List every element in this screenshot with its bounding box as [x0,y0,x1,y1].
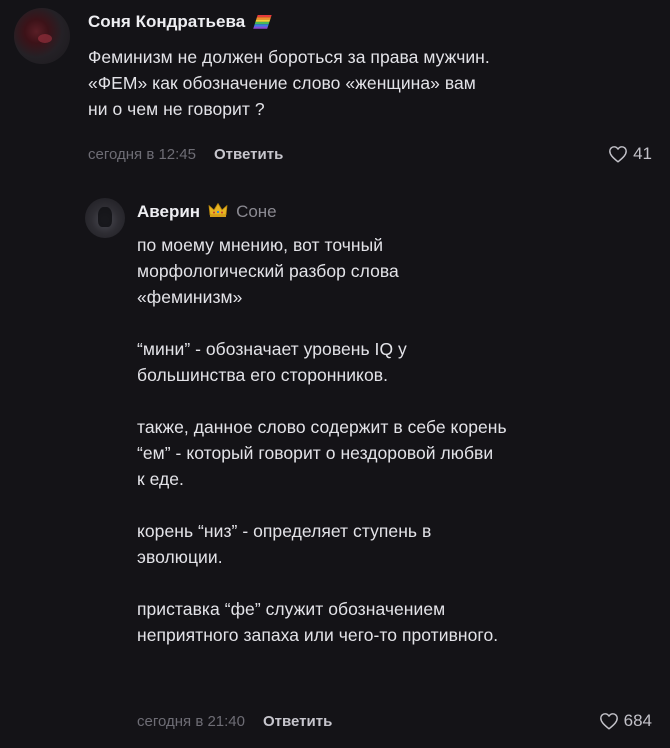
author-name[interactable]: Соня Кондратьева [88,12,245,32]
heart-icon [599,712,619,730]
comment-meta: сегодня в 12:45 Ответить 41 [88,142,652,166]
like-count: 41 [633,144,652,163]
like-button[interactable]: 41 [608,144,652,164]
comment-body: Аверин Соне по моему мнению, вот точный … [137,200,650,648]
avatar[interactable] [85,198,125,238]
comment-item: Соня Кондратьева Феминизм не должен боро… [0,0,670,175]
comment-item: Аверин Соне по моему мнению, вот точный … [0,188,670,748]
heart-icon [608,145,628,163]
comment-header: Аверин Соне [137,200,650,224]
comment-text: Феминизм не должен бороться за права муж… [88,47,490,119]
like-count: 684 [623,711,652,730]
reply-to-name[interactable]: Соне [236,202,277,222]
comment-time: сегодня в 12:45 [88,145,196,163]
reply-button[interactable]: Ответить [214,146,283,163]
comment-body: Соня Кондратьева Феминизм не должен боро… [88,10,650,122]
like-button[interactable]: 684 [599,711,652,731]
author-name[interactable]: Аверин [137,202,200,222]
rainbow-flag-icon [253,14,273,30]
crown-icon [208,202,228,222]
reply-button[interactable]: Ответить [263,713,332,730]
comment-header: Соня Кондратьева [88,10,650,34]
avatar[interactable] [14,8,70,64]
comment-text: по моему мнению, вот точный морфологичес… [137,235,507,645]
comment-meta: сегодня в 21:40 Ответить 684 [137,709,652,733]
comment-time: сегодня в 21:40 [137,712,245,730]
